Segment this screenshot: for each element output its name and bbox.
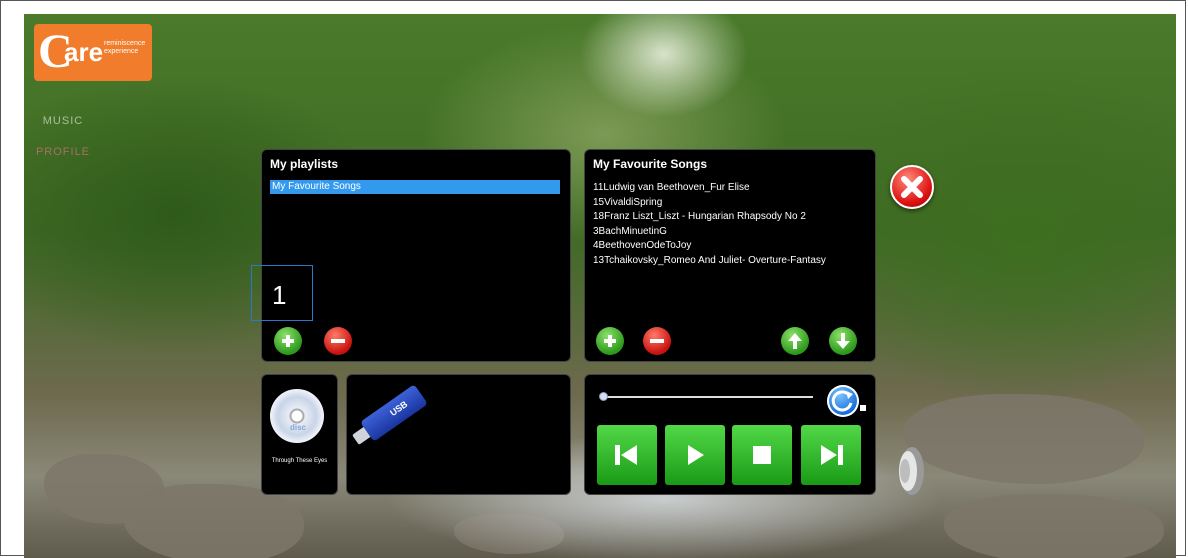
arrow-down-icon: [836, 333, 850, 349]
progress-track[interactable]: [603, 396, 813, 398]
playlist-item[interactable]: My Favourite Songs: [270, 180, 560, 194]
song-item[interactable]: 11Ludwig van Beethoven_Fur Elise: [593, 181, 826, 196]
repeat-button[interactable]: [827, 385, 859, 417]
song-item[interactable]: 15VivaldiSpring: [593, 196, 826, 211]
cd-caption: Through These Eyes: [271, 458, 328, 464]
song-item[interactable]: 3BachMinuetinG: [593, 225, 826, 240]
close-icon: [901, 176, 923, 198]
player-panel: [584, 374, 876, 495]
annotation-label: 1: [272, 280, 287, 310]
arrow-up-icon: [788, 333, 802, 349]
remove-song-button[interactable]: [643, 327, 671, 355]
move-up-button[interactable]: [781, 327, 809, 355]
play-icon: [688, 445, 704, 465]
playlists-title: My playlists: [270, 157, 339, 171]
add-song-button[interactable]: [596, 327, 624, 355]
plus-icon: [282, 335, 294, 347]
song-list: 11Ludwig van Beethoven_Fur Elise 15Vival…: [593, 181, 826, 269]
skip-previous-icon: [615, 445, 637, 465]
refresh-icon: [831, 390, 853, 412]
move-down-button[interactable]: [829, 327, 857, 355]
stop-button[interactable]: [732, 425, 792, 485]
care-logo: C are reminiscence experience: [34, 24, 152, 81]
favourites-panel: My Favourite Songs 11Ludwig van Beethove…: [584, 149, 876, 362]
music-button[interactable]: MUSIC: [34, 108, 92, 134]
annotation-box: 1: [251, 265, 313, 321]
skip-next-icon: [821, 445, 843, 465]
stop-icon: [753, 446, 771, 464]
playlists-panel: My playlists My Favourite Songs: [261, 149, 571, 362]
minus-icon: [331, 339, 345, 343]
song-item[interactable]: 13Tchaikovsky_Romeo And Juliet- Overture…: [593, 254, 826, 269]
minus-icon: [650, 339, 664, 343]
add-playlist-button[interactable]: [274, 327, 302, 355]
profile-button[interactable]: PROFILE: [34, 139, 92, 165]
song-item[interactable]: 18Franz Liszt_Liszt - Hungarian Rhapsody…: [593, 210, 826, 225]
favourites-title: My Favourite Songs: [593, 157, 708, 171]
song-item[interactable]: 4BeethovenOdeToJoy: [593, 239, 826, 254]
remove-playlist-button[interactable]: [324, 327, 352, 355]
previous-button[interactable]: [597, 425, 657, 485]
play-button[interactable]: [665, 425, 725, 485]
cd-panel[interactable]: disc Through These Eyes: [261, 374, 338, 495]
progress-knob[interactable]: [599, 392, 608, 401]
plus-icon: [604, 335, 616, 347]
next-button[interactable]: [801, 425, 861, 485]
close-button[interactable]: [890, 165, 934, 209]
usb-drive-icon: USB: [352, 384, 428, 445]
indicator-dot: [860, 405, 866, 411]
speaker-icon[interactable]: [890, 445, 926, 497]
cd-disc-icon: disc: [270, 389, 324, 443]
usb-panel[interactable]: USB: [346, 374, 571, 495]
